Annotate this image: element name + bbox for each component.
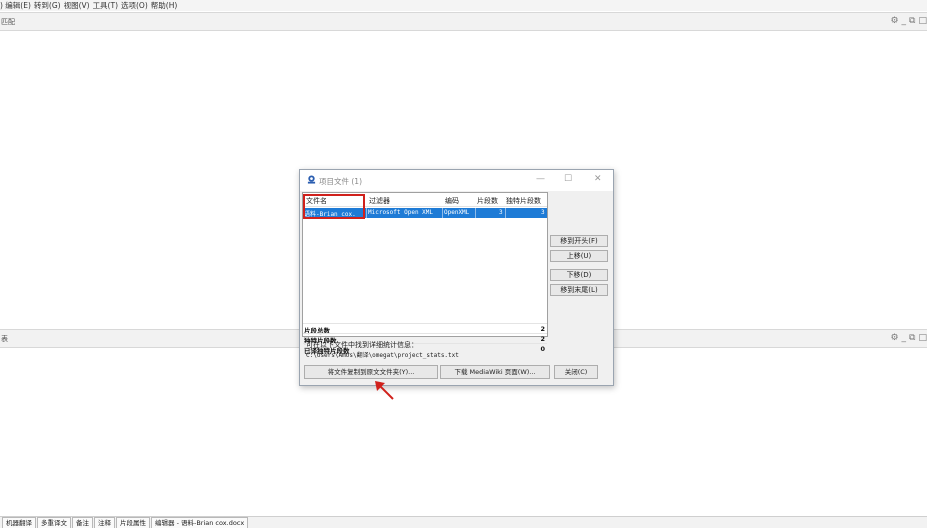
highlight-box <box>303 194 365 219</box>
omegat-icon <box>307 175 316 184</box>
tab-multiple-translations[interactable]: 多重译文 <box>37 517 71 528</box>
fuzzy-matches-pane-header: 匹配 ⚙ _ ⧉ □ <box>0 12 927 31</box>
menu-options[interactable]: 选项(O) <box>121 0 151 11</box>
cell-filter: Microsoft Open XML <box>368 209 434 216</box>
tab-comments[interactable]: 注释 <box>94 517 115 528</box>
column-filter[interactable]: 过滤器 <box>369 196 390 206</box>
move-down-button[interactable]: 下移(D) <box>550 269 608 281</box>
stats-info-label: 可在以下文件中找到详细统计信息： <box>306 341 418 349</box>
close-button[interactable]: 关闭(C) <box>554 365 598 379</box>
menu-edit[interactable]: ) 编辑(E) <box>0 0 34 11</box>
maximize-icon[interactable]: ☐ <box>564 174 572 184</box>
summary-value: 2 <box>540 335 545 343</box>
minimize-icon[interactable]: _ <box>902 333 907 344</box>
pane-tabs-bar: 机器翻译 多重译文 备注 注释 片段属性 编辑器 - 语料-Brian cox.… <box>0 516 927 528</box>
move-up-button[interactable]: 上移(U) <box>550 250 608 262</box>
dialog-title-bar[interactable]: 项目文件 (1) — ☐ ✕ <box>300 170 613 191</box>
maximize-icon[interactable]: □ <box>918 16 927 27</box>
tab-machine-translation[interactable]: 机器翻译 <box>2 517 36 528</box>
menu-help[interactable]: 帮助(H) <box>151 0 181 11</box>
project-files-table: 文件名 过滤器 编码 片段数 独特片段数 语料-Brian cox. Micro… <box>302 192 548 355</box>
minimize-icon[interactable]: _ <box>902 16 907 27</box>
tab-segment-properties[interactable]: 片段属性 <box>116 517 150 528</box>
column-encoding[interactable]: 编码 <box>445 196 459 206</box>
undock-icon[interactable]: ⧉ <box>909 333 915 344</box>
menu-goto[interactable]: 转到(G) <box>34 0 64 11</box>
maximize-icon[interactable]: □ <box>918 333 927 344</box>
menu-bar: ) 编辑(E) 转到(G) 视图(V) 工具(T) 选项(O) 帮助(H) <box>0 0 927 11</box>
tab-editor[interactable]: 编辑器 - 语料-Brian cox.docx <box>151 517 249 528</box>
summary-value: 0 <box>540 345 545 353</box>
pane-controls: ⚙ _ ⧉ □ <box>890 16 927 27</box>
project-files-dialog: 项目文件 (1) — ☐ ✕ 文件名 过滤器 编码 片段数 独特片段数 语料-B… <box>299 169 614 386</box>
summary-value: 2 <box>540 325 545 333</box>
minimize-icon[interactable]: — <box>536 174 545 184</box>
cell-unique-segments: 3 <box>541 209 545 216</box>
pane-title: 表 <box>1 335 8 343</box>
pane-controls: ⚙ _ ⧉ □ <box>890 333 927 344</box>
copy-to-source-button[interactable]: 将文件复制到原文文件夹(Y)... <box>304 365 438 379</box>
menu-view[interactable]: 视图(V) <box>64 0 93 11</box>
stats-file-path: C:\Users\Amos\翻译\omegat\project_stats.tx… <box>306 352 459 359</box>
download-mediawiki-button[interactable]: 下载 MediaWiki 页面(W)... <box>440 365 550 379</box>
settings-icon[interactable]: ⚙ <box>890 333 898 344</box>
cell-segments: 3 <box>499 209 503 216</box>
column-unique-segments[interactable]: 独特片段数 <box>506 196 541 206</box>
settings-icon[interactable]: ⚙ <box>890 16 898 27</box>
move-to-top-button[interactable]: 移到开头(F) <box>550 235 608 247</box>
summary-row: 片段总数 2 <box>303 323 547 335</box>
tab-notes[interactable]: 备注 <box>72 517 93 528</box>
close-icon[interactable]: ✕ <box>594 174 602 184</box>
pane-title: 匹配 <box>1 18 15 26</box>
move-to-bottom-button[interactable]: 移到末尾(L) <box>550 284 608 296</box>
menu-tools[interactable]: 工具(T) <box>93 0 121 11</box>
annotation-arrow-icon <box>375 381 394 400</box>
column-segments[interactable]: 片段数 <box>477 196 498 206</box>
undock-icon[interactable]: ⧉ <box>909 16 915 27</box>
cell-encoding: OpenXML <box>444 209 470 216</box>
dialog-title: 项目文件 (1) <box>319 177 363 186</box>
